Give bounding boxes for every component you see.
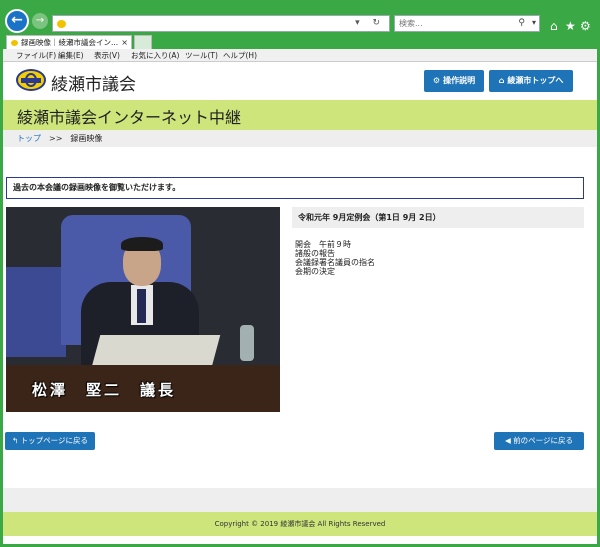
gear-icon: ⚙ [432, 76, 441, 85]
home-icon[interactable]: ⌂ [550, 20, 558, 32]
agenda-item[interactable]: 開会 午前９時 [295, 240, 575, 249]
session-title: 令和元年 9月定例会（第1日 9月 2日） [292, 207, 584, 228]
agenda-item[interactable]: 会議録署名議員の指名 [295, 258, 575, 267]
video-speaker-hair [121, 237, 163, 251]
agenda-item[interactable]: 会期の決定 [295, 267, 575, 276]
site-favicon-icon [57, 20, 66, 28]
help-button[interactable]: ⚙ 操作説明 [424, 70, 484, 92]
forward-button[interactable]: → [32, 13, 48, 29]
help-button-label: 操作説明 [443, 76, 476, 85]
logo-bar [21, 78, 41, 83]
tab-strip: 録画映像｜綾瀬市議会イン... × [3, 35, 597, 49]
home-icon: ⌂ [498, 76, 505, 85]
site-name[interactable]: 綾瀬市議会 [51, 70, 136, 95]
page-title: 綾瀬市議会インターネット中継 [17, 108, 242, 127]
breadcrumb: トップ >> 録画映像 [3, 130, 597, 147]
title-banner: 綾瀬市議会インターネット中継 [3, 100, 597, 130]
copyright-text: Copyright © 2019 綾瀬市議会 All Rights Reserv… [214, 520, 386, 528]
menu-view[interactable]: 表示(V) [94, 49, 120, 62]
chevron-down-icon[interactable]: ▾ [532, 18, 536, 27]
video-papers [91, 335, 221, 367]
browser-chrome: ← → ▾ ↻ ⚲ ▾ ⌂ ★ ⚙ 録画映像｜綾瀬市議会イン... × ファイル… [0, 0, 600, 62]
video-chair-left [6, 267, 66, 357]
triangle-left-icon: ◀ [504, 436, 514, 445]
video-player[interactable]: 松澤 堅二 議長 [6, 207, 280, 412]
address-row: ← → ▾ ↻ ⚲ ▾ ⌂ ★ ⚙ [0, 6, 600, 36]
video-bottle [240, 325, 254, 361]
star-icon[interactable]: ★ [565, 20, 576, 32]
footer: Copyright © 2019 綾瀬市議会 All Rights Reserv… [3, 512, 597, 536]
return-arrow-icon: ↰ [11, 436, 21, 445]
city-top-button[interactable]: ⌂ 綾瀬市トップへ [489, 70, 573, 92]
address-controls[interactable]: ▾ ↻ [355, 18, 385, 28]
agenda-item[interactable]: 諸般の報告 [295, 249, 575, 258]
menu-tools[interactable]: ツール(T) [185, 49, 218, 62]
tab-favicon-icon [11, 40, 18, 46]
video-speaker-tie [137, 289, 146, 323]
menu-bar: ファイル(F) 編集(E) 表示(V) お気に入り(A) ツール(T) ヘルプ(… [3, 49, 597, 62]
notice-box: 過去の本会議の録画映像を御覧いただけます。 [6, 177, 584, 199]
close-icon[interactable]: × [121, 36, 128, 49]
footer-spacer [3, 488, 597, 512]
back-button[interactable]: ← [5, 9, 29, 33]
page-content: 綾瀬市議会 ⚙ 操作説明 ⌂ 綾瀬市トップへ 綾瀬市議会インターネット中継 トップ >… [3, 62, 597, 544]
city-logo[interactable] [16, 69, 46, 91]
gear-icon[interactable]: ⚙ [580, 20, 591, 32]
back-to-top-button[interactable]: ↰ トップページに戻る [5, 432, 95, 450]
browser-tab[interactable]: 録画映像｜綾瀬市議会イン... × [6, 35, 132, 49]
prev-page-label: 前のページに戻る [513, 436, 573, 445]
address-bar[interactable]: ▾ ↻ [52, 15, 390, 32]
tab-title: 録画映像｜綾瀬市議会イン... [21, 38, 119, 47]
search-input[interactable] [395, 16, 505, 31]
search-box[interactable]: ⚲ ▾ [394, 15, 540, 32]
site-header: 綾瀬市議会 ⚙ 操作説明 ⌂ 綾瀬市トップへ [3, 62, 597, 100]
breadcrumb-home-link[interactable]: トップ [17, 134, 41, 143]
breadcrumb-current: 録画映像 [70, 134, 103, 143]
search-icon[interactable]: ⚲ [518, 18, 525, 28]
city-top-button-label: 綾瀬市トップへ [507, 76, 564, 85]
prev-page-button[interactable]: ◀ 前のページに戻る [494, 432, 584, 450]
menu-favorites[interactable]: お気に入り(A) [131, 49, 179, 62]
video-caption: 松澤 堅二 議長 [32, 381, 177, 399]
back-to-top-label: トップページに戻る [20, 436, 89, 445]
menu-edit[interactable]: 編集(E) [58, 49, 84, 62]
new-tab-button[interactable] [134, 35, 152, 49]
agenda-list: 開会 午前９時 諸般の報告 会議録署名議員の指名 会期の決定 [295, 240, 575, 276]
breadcrumb-separator: >> [49, 134, 63, 143]
menu-help[interactable]: ヘルプ(H) [223, 49, 257, 62]
menu-file[interactable]: ファイル(F) [16, 49, 56, 62]
